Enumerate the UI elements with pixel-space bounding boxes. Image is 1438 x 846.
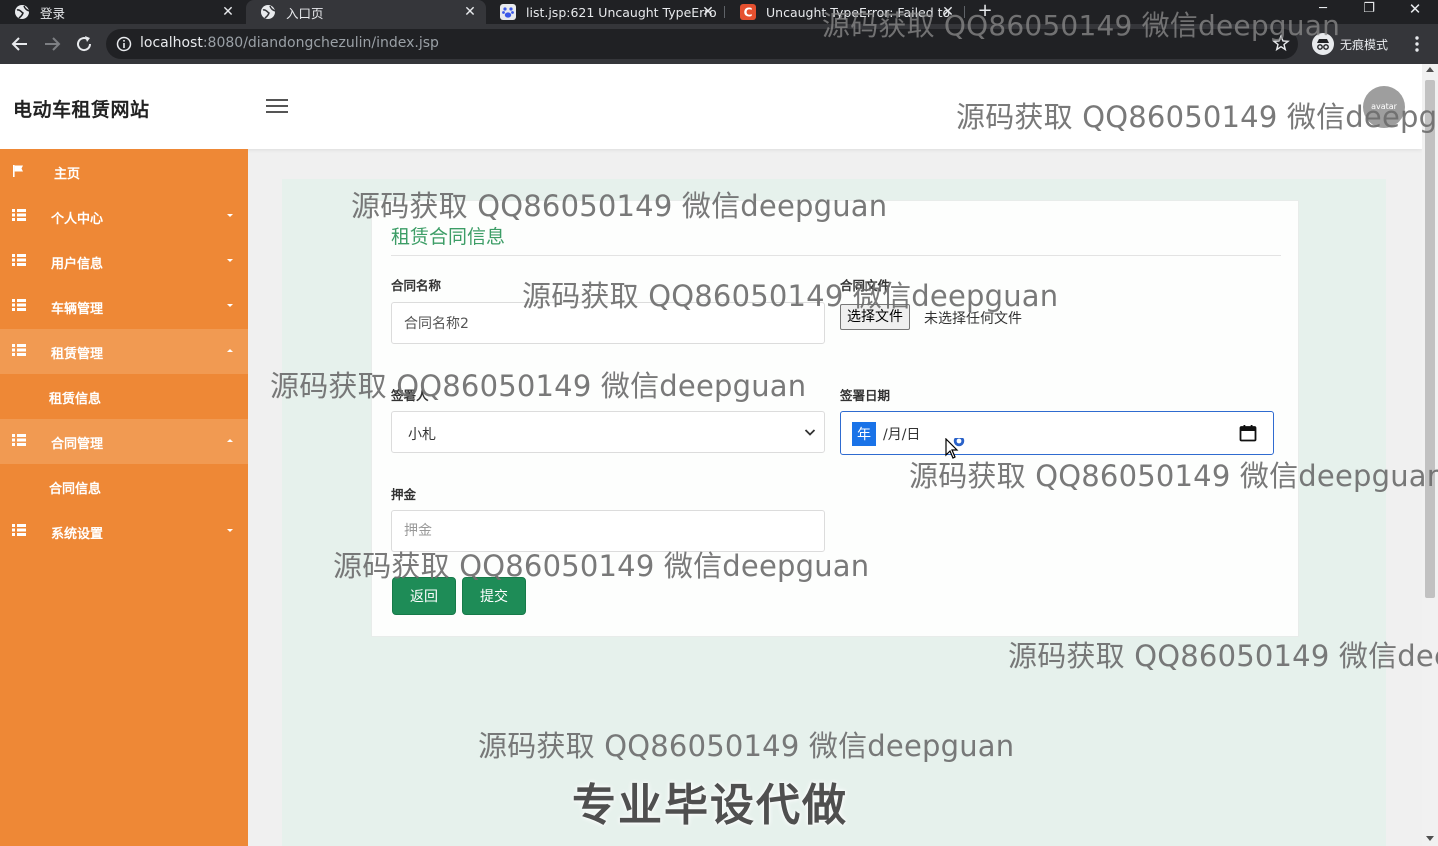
sidebar-item-system-settings[interactable]: 系统设置	[0, 509, 248, 554]
sidebar-item-label: 租赁管理	[51, 347, 104, 362]
contract-name-label: 合同名称	[391, 278, 442, 293]
grid-icon	[12, 254, 26, 268]
sidebar-item-rental-management[interactable]: 租赁管理	[0, 329, 248, 374]
close-tab-icon[interactable]: ✕	[462, 4, 478, 20]
web-page: 电动车租赁网站 avatar 主页 个人中心 用户信息 车辆管理 租赁管理 租赁…	[0, 64, 1438, 846]
watermark-text: 源码获取 QQ86050149 微信deepg	[956, 100, 1438, 134]
watermark-text: 源码获取 QQ86050149 微信deepguan	[822, 9, 1341, 42]
signer-selected-value: 小札	[408, 427, 436, 443]
tab-title: 入口页	[286, 5, 324, 21]
date-year-segment[interactable]: 年	[852, 422, 876, 446]
flag-icon	[12, 164, 26, 178]
deposit-label: 押金	[391, 487, 417, 502]
grid-icon	[12, 209, 26, 223]
scroll-down-arrow-icon[interactable]	[1426, 836, 1434, 841]
sidebar-item-vehicle-management[interactable]: 车辆管理	[0, 284, 248, 329]
forward-icon[interactable]	[40, 32, 64, 56]
calendar-icon[interactable]	[1239, 424, 1257, 442]
date-month-day-segment[interactable]: /月/日	[883, 424, 920, 444]
watermark-text: 源码获取 QQ86050149 微信deepguan	[478, 729, 1015, 763]
watermark-text: 源码获取 QQ86050149 微信deepguan	[333, 549, 870, 583]
sidebar-item-label: 用户信息	[51, 257, 104, 272]
sidebar-subitem-label: 合同信息	[49, 482, 102, 497]
url-path: :8080/diandongchezulin/index.jsp	[202, 35, 439, 51]
sidebar-item-label: 车辆管理	[51, 302, 104, 317]
watermark-text: 源码获取 QQ86050149 微信deepguan	[351, 189, 888, 223]
grid-icon	[12, 524, 26, 538]
grid-icon	[12, 299, 26, 313]
mouse-cursor-icon	[944, 434, 974, 464]
sidebar-subitem-label: 租赁信息	[49, 392, 102, 407]
grid-icon	[12, 344, 26, 358]
divider	[391, 255, 1281, 256]
sidebar-item-personal-center[interactable]: 个人中心	[0, 194, 248, 239]
browser-menu-icon[interactable]	[1408, 34, 1426, 54]
sidebar-item-home[interactable]: 主页	[0, 149, 248, 194]
sidebar-subitem-contract-info[interactable]: 合同信息	[0, 464, 248, 509]
sidebar-subitem-rental-info[interactable]: 租赁信息	[0, 374, 248, 419]
url-host: localhost	[140, 35, 203, 51]
sidebar-item-label: 主页	[54, 167, 81, 182]
watermark-text: 源码获取 QQ86050149 微信deepguan	[909, 459, 1438, 493]
form-title: 租赁合同信息	[391, 226, 506, 248]
promo-banner-text: 专业毕设代做	[572, 780, 848, 831]
grid-icon	[12, 434, 26, 448]
chevron-up-icon	[227, 439, 233, 442]
tab-title: 登录	[40, 5, 66, 21]
browser-tab-list-error[interactable]: list.jsp:621 Uncaught TypeErro ✕	[486, 0, 724, 24]
chevron-up-icon	[227, 349, 233, 352]
back-icon[interactable]	[8, 32, 32, 56]
chevron-down-icon	[804, 426, 816, 438]
signer-select[interactable]: 小札	[391, 411, 825, 453]
close-window-icon[interactable]: ✕	[1392, 0, 1438, 24]
sign-date-label: 签署日期	[840, 388, 891, 403]
watermark-text: 源码获取 QQ86050149 微信deepguan	[522, 279, 1059, 313]
incognito-label: 无痕模式	[1340, 37, 1389, 52]
chevron-down-icon	[227, 259, 233, 262]
sidebar-item-label: 系统设置	[51, 527, 104, 542]
site-info-icon[interactable]	[116, 36, 132, 52]
menu-toggle-icon[interactable]	[266, 99, 288, 115]
tab-separator	[724, 6, 725, 18]
chevron-down-icon	[227, 529, 233, 532]
watermark-text: 源码获取 QQ86050149 微信dee	[1008, 639, 1438, 673]
scrollbar-thumb[interactable]	[1425, 80, 1435, 598]
restore-icon[interactable]: ❐	[1346, 0, 1392, 24]
baidu-paw-icon	[500, 4, 516, 20]
globe-icon	[260, 4, 276, 20]
chevron-down-icon	[227, 304, 233, 307]
close-tab-icon[interactable]: ✕	[700, 4, 716, 20]
browser-tab-entry[interactable]: 入口页 ✕	[246, 0, 486, 24]
browser-tab-login[interactable]: 登录 ✕	[0, 0, 244, 24]
site-brand: 电动车租赁网站	[13, 99, 150, 121]
chevron-down-icon	[227, 214, 233, 217]
sidebar: 主页 个人中心 用户信息 车辆管理 租赁管理 租赁信息 合同管理 合同信息 系统…	[0, 149, 248, 846]
csdn-c-icon: C	[740, 4, 756, 20]
watermark-text: 源码获取 QQ86050149 微信deepguan	[270, 369, 807, 403]
sidebar-item-label: 合同管理	[51, 437, 104, 452]
globe-icon	[14, 4, 30, 20]
svg-text:C: C	[744, 6, 753, 20]
reload-icon[interactable]	[72, 32, 96, 56]
url-text: localhost:8080/diandongchezulin/index.js…	[140, 35, 439, 51]
tab-title: list.jsp:621 Uncaught TypeErro	[526, 4, 717, 20]
sidebar-item-contract-management[interactable]: 合同管理	[0, 419, 248, 464]
close-tab-icon[interactable]: ✕	[220, 4, 236, 20]
sign-date-field[interactable]: 年 /月/日	[840, 411, 1274, 455]
sidebar-item-user-info[interactable]: 用户信息	[0, 239, 248, 284]
scroll-up-arrow-icon[interactable]	[1426, 67, 1434, 72]
sidebar-item-label: 个人中心	[51, 212, 104, 227]
